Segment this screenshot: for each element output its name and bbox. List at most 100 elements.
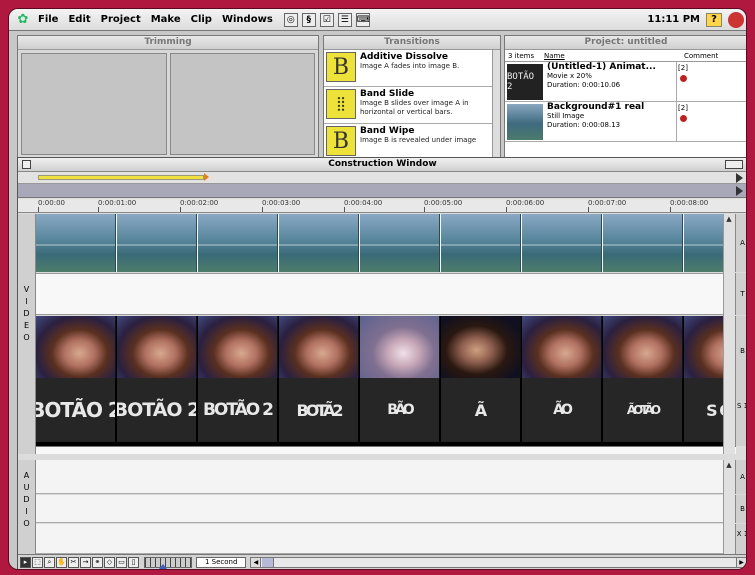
time-ruler[interactable]: 0:00:00 0:00:01:00 0:00:02:00 0:00:03:00…: [18, 199, 746, 213]
checkbox-icon[interactable]: ☑: [319, 12, 334, 27]
in-point-tool-icon[interactable]: ◇: [104, 557, 115, 568]
scroll-thumb[interactable]: [262, 558, 275, 567]
zoom-box-icon[interactable]: [725, 160, 743, 169]
project-item-duration: Duration: 0:00:10.06: [547, 81, 621, 89]
transitions-scrollbar[interactable]: [492, 50, 500, 160]
clip-frame: [198, 214, 278, 272]
title-clip-frame: Ã: [441, 378, 521, 442]
audio-track-label: A U D I O: [18, 460, 36, 554]
video-track-a[interactable]: [36, 214, 736, 272]
snap-toggle-icon[interactable]: ▭: [116, 557, 127, 568]
work-area-marker-icon[interactable]: [204, 173, 209, 181]
monitor-toggle-icon[interactable]: ▯: [128, 557, 139, 568]
help-icon[interactable]: ?: [706, 12, 722, 27]
clip-frame: [522, 214, 602, 272]
transition-item[interactable]: B Additive Dissolve Image A fades into i…: [324, 50, 500, 87]
ruler-tick: 0:00:06:00: [506, 199, 545, 212]
ruler-tick: 0:00:00: [38, 199, 65, 212]
script-icon[interactable]: §: [301, 12, 316, 27]
construction-toolbar: ▸ ⬚ ⌕ ✋ ✂ → ⚭ ◇ ▭ ▯ 1 Second ◀ ▶: [18, 554, 746, 569]
project-header: 3 items Name Comment: [505, 50, 746, 62]
clip-frame: [441, 316, 521, 378]
trimming-title[interactable]: Trimming: [18, 36, 318, 50]
time-scale-slider[interactable]: [144, 557, 192, 569]
work-area-bar[interactable]: [18, 172, 746, 184]
project-item-comment[interactable]: [689, 102, 746, 141]
scroll-left-icon[interactable]: ◀: [251, 558, 262, 567]
track-tool-icon[interactable]: →: [80, 557, 91, 568]
clip-frame: [36, 316, 116, 378]
work-area-range[interactable]: [38, 175, 204, 180]
title-clip-frame: BOTÃO 2: [198, 378, 278, 442]
project-col-name[interactable]: Name: [544, 52, 684, 60]
transition-name: Band Wipe: [360, 126, 415, 136]
cross-fade-track-label: X 1: [735, 524, 746, 554]
project-item-type: Movie x 20%: [547, 72, 592, 80]
menu-edit[interactable]: Edit: [63, 14, 95, 25]
close-box-icon[interactable]: [22, 160, 31, 169]
transition-desc: Image A fades into image B.: [360, 62, 460, 70]
audio-track-b[interactable]: [36, 495, 735, 523]
timeline-horizontal-scrollbar[interactable]: ◀ ▶: [250, 557, 746, 568]
project-col-comment[interactable]: Comment: [684, 52, 744, 60]
title-clip-frame: ÃO: [522, 378, 602, 442]
scroll-up-icon[interactable]: ▲: [724, 460, 734, 470]
selection-tool-icon[interactable]: ▸: [20, 557, 31, 568]
transition-item[interactable]: B Band Wipe Image B is revealed under im…: [324, 124, 500, 161]
menu-project[interactable]: Project: [96, 14, 146, 25]
audio-scrollbar[interactable]: ▲: [723, 460, 735, 554]
superimpose-track-label: S 1: [735, 386, 746, 446]
clip-frame: [117, 316, 197, 378]
zoom-tool-icon[interactable]: ⌕: [44, 557, 55, 568]
trim-right-pane[interactable]: [169, 53, 315, 155]
preview-bar[interactable]: [18, 184, 746, 198]
menu-clip[interactable]: Clip: [186, 14, 217, 25]
audio-tracks: A U D I O A B X 1 ▲: [18, 460, 746, 554]
menu-make[interactable]: Make: [146, 14, 186, 25]
clip-frame: [117, 214, 197, 272]
project-item[interactable]: Background#1 real Still Image Duration: …: [505, 102, 746, 142]
transition-track[interactable]: [36, 273, 736, 315]
play-work-area-icon[interactable]: [736, 173, 743, 183]
video-track-b[interactable]: BOTÃO 2 BOTÃO 2 BOTÃO 2 BOTÃ2 BÃO Ã ÃO Ã…: [36, 316, 736, 446]
track-a-label: A: [735, 214, 746, 272]
globe-icon[interactable]: ◎: [283, 12, 298, 27]
clip-frame: [360, 316, 440, 378]
preview-play-icon[interactable]: [736, 186, 743, 196]
project-window: Project: untitled 3 items Name Comment B…: [504, 35, 746, 161]
trim-left-pane[interactable]: [21, 53, 167, 155]
apple-menu-icon[interactable]: ✿: [13, 12, 33, 27]
transitions-title[interactable]: Transitions: [324, 36, 500, 50]
list-icon[interactable]: ☰: [337, 12, 352, 27]
scroll-up-icon[interactable]: ▲: [724, 214, 734, 224]
project-item[interactable]: BOTÃO 2 (Untitled-1) Animat... Movie x 2…: [505, 62, 746, 102]
audio-track-c[interactable]: [36, 524, 735, 554]
transition-name: Band Slide: [360, 89, 415, 99]
band-slide-icon: ⣿: [326, 89, 356, 119]
additive-dissolve-icon: B: [326, 52, 356, 82]
clip-frame: [279, 316, 359, 378]
scroll-right-icon[interactable]: ▶: [736, 558, 746, 567]
video-scrollbar[interactable]: ▲: [723, 214, 735, 454]
application-menu-icon[interactable]: [728, 11, 744, 28]
menu-windows[interactable]: Windows: [217, 14, 278, 25]
link-tool-icon[interactable]: ⚭: [92, 557, 103, 568]
razor-tool-icon[interactable]: ✂: [68, 557, 79, 568]
construction-title-bar[interactable]: Construction Window: [18, 158, 746, 172]
menu-file[interactable]: File: [33, 14, 63, 25]
audio-b-label: B: [735, 495, 746, 523]
project-item-comment[interactable]: [689, 62, 746, 101]
construction-window: Construction Window 0:00:00 0:00:01:00 0…: [17, 157, 746, 569]
audio-track-a[interactable]: [36, 460, 735, 494]
video-track-label: V I D E O: [18, 214, 36, 454]
ruler-tick: 0:00:01:00: [98, 199, 137, 212]
project-item-type: Still Image: [547, 112, 585, 120]
transition-desc: Image B slides over image A in horizonta…: [360, 99, 469, 116]
time-unit-select[interactable]: 1 Second: [196, 557, 247, 568]
marquee-tool-icon[interactable]: ⬚: [32, 557, 43, 568]
keyboard-icon[interactable]: ⌨: [355, 12, 370, 27]
project-title[interactable]: Project: untitled: [505, 36, 746, 50]
hand-tool-icon[interactable]: ✋: [56, 557, 67, 568]
project-item-thumbnail: [507, 104, 543, 140]
transition-item[interactable]: ⣿ Band Slide Image B slides over image A…: [324, 87, 500, 124]
